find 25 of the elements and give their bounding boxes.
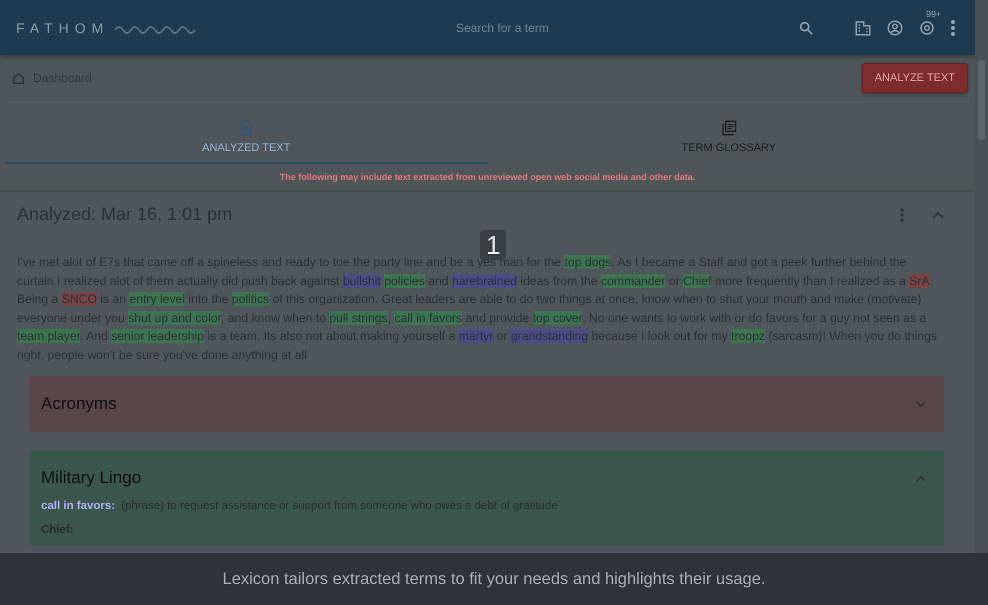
search-field[interactable]: Search for a term xyxy=(454,20,798,36)
account-icon[interactable] xyxy=(886,18,904,36)
home-icon[interactable] xyxy=(12,72,25,84)
tour-step-tooltip: 1 xyxy=(480,230,506,260)
search-icon[interactable] xyxy=(798,20,814,36)
stacked-pages-icon xyxy=(720,120,737,136)
panel-title[interactable]: Military Lingo xyxy=(41,468,142,488)
chevron-icon[interactable] xyxy=(916,474,926,482)
tab[interactable]: ANALYZED TEXT xyxy=(5,120,488,164)
more-icon[interactable] xyxy=(900,208,904,222)
tour-caption: Lexicon tailors extracted terms to fit your needs and highlights their usage. xyxy=(222,570,766,588)
tab[interactable]: TERM GLOSSARY xyxy=(488,120,970,164)
glossary-term[interactable]: call in favors: xyxy=(41,500,116,512)
chevron-icon[interactable] xyxy=(932,210,944,218)
chevron-icon[interactable] xyxy=(916,400,926,408)
analyze-text-button[interactable]: ANALYZE TEXT xyxy=(862,63,968,93)
panel-title[interactable]: Acronyms xyxy=(41,394,117,414)
scrollbar[interactable] xyxy=(975,0,988,553)
notification-icon[interactable] xyxy=(918,18,936,36)
building-icon[interactable] xyxy=(854,18,872,36)
notification-count: 99+ xyxy=(926,8,942,18)
brand-logo[interactable]: FATHOM xyxy=(16,20,110,36)
more-icon[interactable] xyxy=(950,18,956,36)
document-search-icon xyxy=(238,120,254,136)
disclaimer-text: The following may include text extracted from unreviewed open web social media and other data. xyxy=(278,172,696,182)
